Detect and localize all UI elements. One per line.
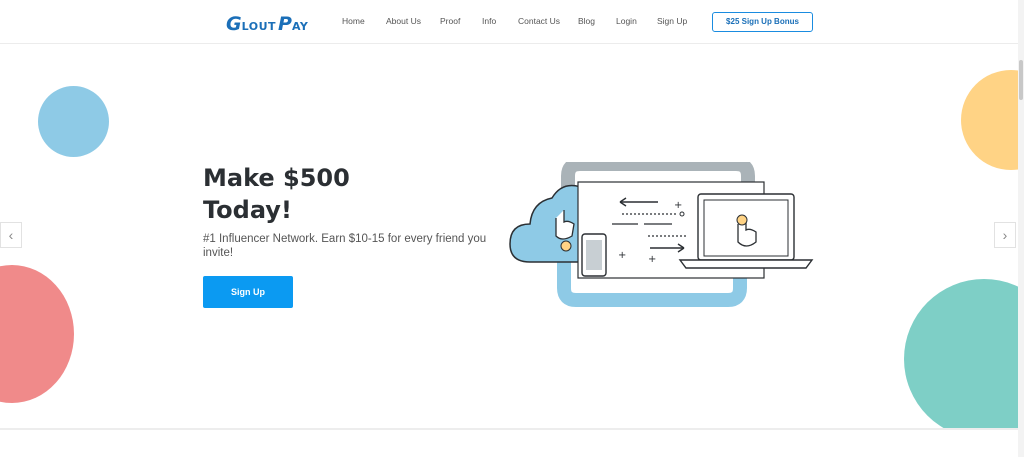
nav-sign-up[interactable]: Sign Up (657, 16, 687, 26)
nav-about-us[interactable]: About Us (386, 16, 421, 26)
nav-info[interactable]: Info (482, 16, 496, 26)
decorative-circle-blue (38, 86, 109, 157)
clout-pay-logo[interactable]: G LOUT P AY (226, 10, 308, 34)
logo-word-1: LOUT (241, 20, 277, 33)
nav-proof[interactable]: Proof (440, 16, 460, 26)
site-header: G LOUT P AY Home About Us Proof Info Con… (0, 0, 1018, 44)
hero-headline-line2: Today! (203, 196, 292, 224)
decorative-circle-yellow (961, 70, 1018, 170)
hero-subtext: #1 Influencer Network. Earn $10-15 for e… (203, 233, 487, 259)
section-divider (0, 428, 1018, 459)
page-scrollbar[interactable] (1018, 0, 1024, 457)
decorative-circle-teal (904, 279, 1018, 428)
hero-slider: ‹ › Make $500 Today! #1 Influencer Netwo… (0, 44, 1018, 428)
slider-prev-arrow-icon[interactable]: ‹ (0, 222, 22, 248)
nav-home[interactable]: Home (342, 16, 365, 26)
nav-login[interactable]: Login (616, 16, 637, 26)
slider-next-arrow-icon[interactable]: › (994, 222, 1016, 248)
logo-letter-g: G (226, 13, 242, 35)
nav-contact-us[interactable]: Contact Us (518, 16, 560, 26)
logo-word-2: AY (291, 20, 309, 33)
hero-signup-button[interactable]: Sign Up (203, 276, 293, 308)
signup-bonus-button[interactable]: $25 Sign Up Bonus (712, 12, 813, 32)
scrollbar-thumb[interactable] (1019, 60, 1023, 100)
svg-text:+: + (648, 254, 656, 265)
hero-headline: Make $500 Today! (203, 162, 463, 226)
svg-text:+: + (618, 250, 626, 261)
cloud-devices-illustration: + + + (509, 162, 814, 307)
svg-text:+: + (674, 200, 682, 211)
hero-headline-line1: Make $500 (203, 164, 350, 192)
logo-letter-p: P (278, 13, 292, 35)
decorative-circle-red (0, 265, 74, 403)
nav-blog[interactable]: Blog (578, 16, 595, 26)
